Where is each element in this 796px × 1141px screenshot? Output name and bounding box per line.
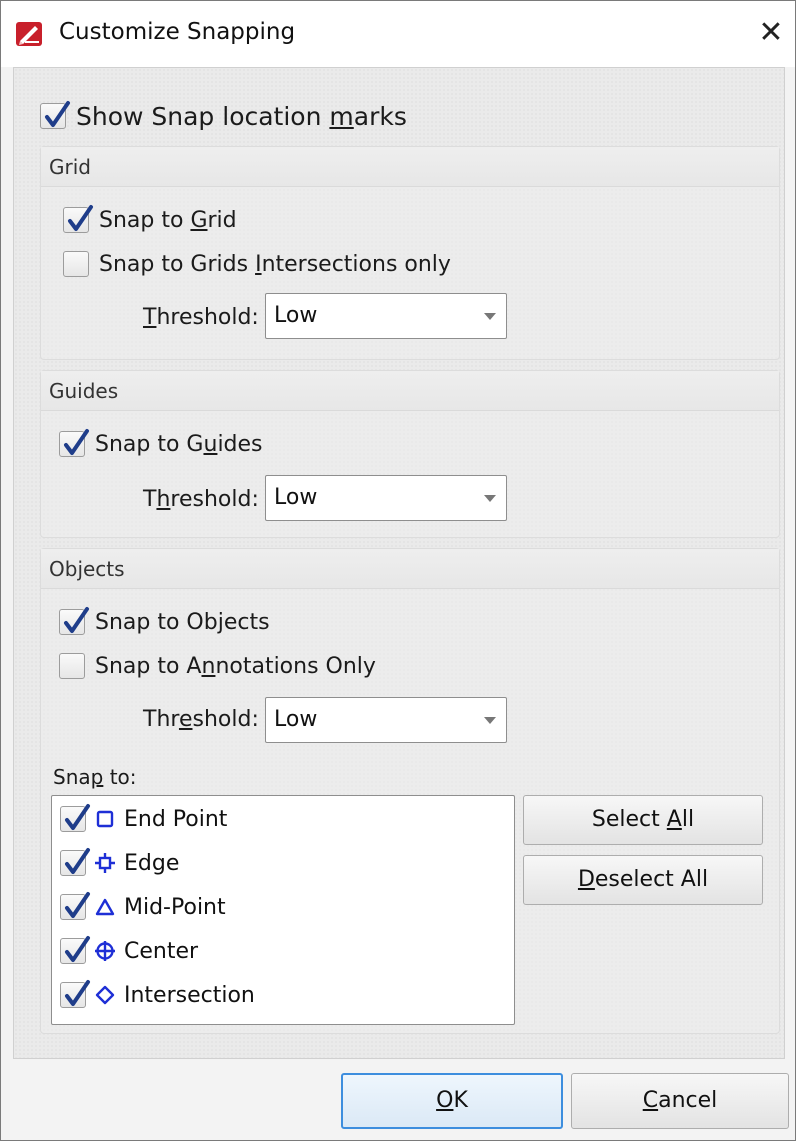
snap-point-intersection[interactable]: Intersection xyxy=(60,978,255,1012)
snap-to-annotations-label: Snap to Annotations Only xyxy=(95,653,376,679)
snap-to-grid-checkbox[interactable]: Snap to Grid xyxy=(63,205,237,233)
snap-point-label: Intersection xyxy=(124,982,255,1008)
objects-threshold-label: Threshold: xyxy=(143,707,259,732)
snap-point-mid-point[interactable]: Mid-Point xyxy=(60,890,226,924)
show-snap-marks-label: Show Snap location marks xyxy=(76,101,407,131)
checkbox-checked-icon[interactable] xyxy=(63,205,93,233)
chevron-down-icon xyxy=(484,717,496,724)
checkbox-checked-icon[interactable] xyxy=(60,848,90,876)
snap-point-label: Edge xyxy=(124,850,180,876)
snap-to-label: Snap to: xyxy=(53,765,137,789)
snap-to-objects-label: Snap to Objects xyxy=(95,609,270,635)
grid-threshold-value: Low xyxy=(274,303,318,328)
dialog-body: Show Snap location marks Grid Snap to Gr… xyxy=(13,67,785,1059)
checkbox-unchecked-icon[interactable] xyxy=(63,251,89,277)
checkbox-checked-icon[interactable] xyxy=(60,936,90,964)
objects-threshold-select[interactable]: Low xyxy=(265,697,507,743)
guides-threshold-value: Low xyxy=(274,485,318,510)
snap-to-grid-intersections-label: Snap to Grids Intersections only xyxy=(99,251,451,277)
snap-to-guides-label: Snap to Guides xyxy=(95,431,263,457)
diamond-icon xyxy=(94,984,116,1006)
grid-threshold-select[interactable]: Low xyxy=(265,293,507,339)
dialog-title: Customize Snapping xyxy=(59,19,296,45)
customize-snapping-dialog: Customize Snapping ✕ Show Snap location … xyxy=(0,0,796,1141)
checkbox-unchecked-icon[interactable] xyxy=(59,653,85,679)
checkbox-checked-icon[interactable] xyxy=(60,804,90,832)
snap-point-center[interactable]: Center xyxy=(60,934,198,968)
checkbox-checked-icon[interactable] xyxy=(59,607,89,635)
select-all-button[interactable]: Select All xyxy=(523,795,763,845)
checkbox-checked-icon[interactable] xyxy=(40,101,70,129)
circle-cross-icon xyxy=(94,940,116,962)
grid-group-header: Grid xyxy=(41,147,779,187)
snap-point-label: Center xyxy=(124,938,199,964)
objects-threshold-value: Low xyxy=(274,707,318,732)
objects-group: Objects Snap to Objects Snap to Annotati… xyxy=(40,548,780,1034)
chevron-down-icon xyxy=(484,313,496,320)
checkbox-checked-icon[interactable] xyxy=(59,429,89,457)
checkbox-checked-icon[interactable] xyxy=(60,980,90,1008)
snap-to-objects-checkbox[interactable]: Snap to Objects xyxy=(59,607,270,635)
snap-point-end-point[interactable]: End Point xyxy=(60,802,227,836)
close-icon[interactable]: ✕ xyxy=(753,15,789,51)
checkbox-checked-icon[interactable] xyxy=(60,892,90,920)
grid-threshold-label: Threshold: xyxy=(143,305,259,330)
deselect-all-button[interactable]: Deselect All xyxy=(523,855,763,905)
guides-threshold-select[interactable]: Low xyxy=(265,475,507,521)
cancel-button[interactable]: Cancel xyxy=(571,1073,789,1129)
edge-crosshair-icon xyxy=(94,852,116,874)
square-icon xyxy=(94,808,116,830)
objects-group-header: Objects xyxy=(41,549,779,589)
snap-point-label: End Point xyxy=(124,806,228,832)
grid-group: Grid Snap to Grid Snap to Grids Intersec… xyxy=(40,146,780,360)
snap-to-guides-checkbox[interactable]: Snap to Guides xyxy=(59,429,263,457)
snap-to-grid-label: Snap to Grid xyxy=(99,207,237,233)
snap-point-edge[interactable]: Edge xyxy=(60,846,179,880)
triangle-icon xyxy=(94,896,116,918)
guides-group-header: Guides xyxy=(41,371,779,411)
show-snap-marks-checkbox[interactable]: Show Snap location marks xyxy=(40,98,407,134)
chevron-down-icon xyxy=(484,495,496,502)
guides-group: Guides Snap to Guides Threshold: Low xyxy=(40,370,780,538)
snap-to-grid-intersections-checkbox[interactable]: Snap to Grids Intersections only xyxy=(63,251,451,277)
guides-threshold-label: Threshold: xyxy=(143,487,259,512)
title-bar[interactable]: Customize Snapping ✕ xyxy=(1,1,795,67)
snap-point-label: Mid-Point xyxy=(124,894,226,920)
pdf-xchange-logo-icon xyxy=(15,21,43,47)
snap-to-annotations-checkbox[interactable]: Snap to Annotations Only xyxy=(59,653,376,679)
snap-points-list[interactable]: End Point Edge Mid-Point Center Intersec… xyxy=(51,795,515,1025)
ok-button[interactable]: OK xyxy=(341,1073,563,1129)
